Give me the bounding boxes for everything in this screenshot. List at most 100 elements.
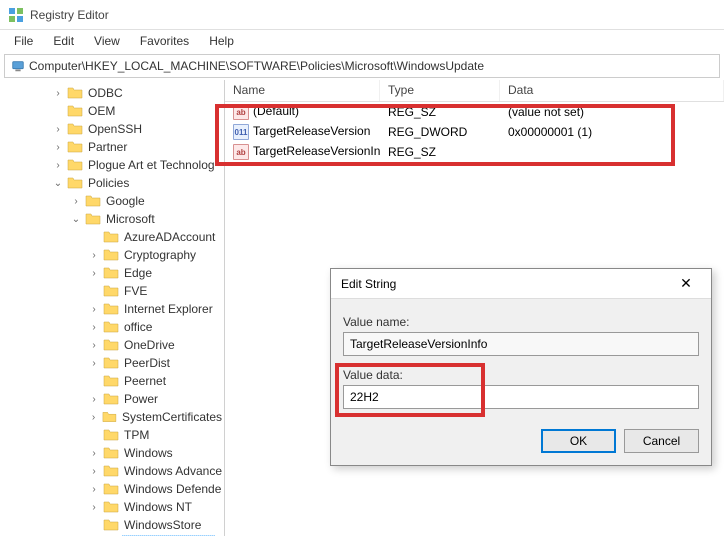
value-data-label: Value data:: [343, 368, 699, 382]
tree-item-edge[interactable]: › Edge: [0, 264, 224, 282]
expand-icon[interactable]: ›: [88, 466, 100, 477]
tree-item-plogue-art-et-technolog[interactable]: ›Plogue Art et Technolog: [0, 156, 224, 174]
value-name-input[interactable]: [343, 332, 699, 356]
value-name: TargetReleaseVersion: [253, 124, 370, 138]
expand-icon[interactable]: ›: [88, 268, 100, 279]
tree-item-onedrive[interactable]: › OneDrive: [0, 336, 224, 354]
expand-icon[interactable]: ›: [88, 322, 100, 333]
tree-item-partner[interactable]: ›Partner: [0, 138, 224, 156]
value-data: 0x00000001 (1): [500, 125, 724, 139]
tree-item-google[interactable]: › Google: [0, 192, 224, 210]
expand-icon[interactable]: ›: [70, 196, 82, 207]
menu-favorites[interactable]: Favorites: [130, 32, 199, 50]
col-name[interactable]: Name: [225, 80, 380, 101]
tree-label: FVE: [122, 284, 149, 298]
tree-label: Policies: [86, 176, 131, 190]
tree-label: Internet Explorer: [122, 302, 215, 316]
tree-item-windowsstore[interactable]: WindowsStore: [0, 516, 224, 534]
tree-pane[interactable]: › ODBC OEM › OpenSSH ›Partner›Plogue Art et T…: [0, 80, 225, 536]
tree-item-windows-nt[interactable]: › Windows NT: [0, 498, 224, 516]
expand-icon[interactable]: ›: [52, 124, 64, 135]
expand-icon[interactable]: ›: [88, 484, 100, 495]
cancel-button[interactable]: Cancel: [624, 429, 699, 453]
dialog-body: Value name: Value data:: [331, 299, 711, 419]
ok-button[interactable]: OK: [541, 429, 616, 453]
value-row[interactable]: ab TargetReleaseVersionInfoREG_SZ: [225, 142, 724, 162]
tree-item-tpm[interactable]: TPM: [0, 426, 224, 444]
menu-file[interactable]: File: [4, 32, 43, 50]
value-row[interactable]: 011TargetReleaseVersionREG_DWORD0x000000…: [225, 122, 724, 142]
tree-item-power[interactable]: › Power: [0, 390, 224, 408]
tree-item-openssh[interactable]: › OpenSSH: [0, 120, 224, 138]
tree-label: Cryptography: [122, 248, 198, 262]
tree-item-internet-explorer[interactable]: › Internet Explorer: [0, 300, 224, 318]
tree-label: Peernet: [122, 374, 168, 388]
tree-item-microsoft[interactable]: ⌄ Microsoft: [0, 210, 224, 228]
expand-icon[interactable]: ›: [88, 502, 100, 513]
string-icon: ab: [233, 144, 249, 160]
dialog-title-bar[interactable]: Edit String ✕: [331, 269, 711, 299]
value-row[interactable]: ab(Default)REG_SZ(value not set): [225, 102, 724, 122]
regedit-icon: [8, 7, 24, 23]
menu-edit[interactable]: Edit: [43, 32, 84, 50]
tree-label: office: [122, 320, 154, 334]
computer-icon: [11, 59, 25, 73]
value-data-input[interactable]: [343, 385, 699, 409]
registry-tree: › ODBC OEM › OpenSSH ›Partner›Plogue Art et T…: [0, 84, 224, 536]
value-type: REG_SZ: [380, 145, 500, 159]
value-data: (value not set): [500, 105, 724, 119]
tree-label: Microsoft: [104, 212, 157, 226]
address-bar[interactable]: Computer\HKEY_LOCAL_MACHINE\SOFTWARE\Pol…: [4, 54, 720, 78]
expand-icon[interactable]: ›: [52, 88, 64, 99]
value-name-label: Value name:: [343, 315, 699, 329]
tree-item-windows-advance[interactable]: › Windows Advance: [0, 462, 224, 480]
tree-label: OneDrive: [122, 338, 177, 352]
tree-label: Windows Defende: [122, 482, 223, 496]
col-data[interactable]: Data: [500, 80, 724, 101]
expand-icon[interactable]: ›: [88, 412, 99, 423]
expand-icon[interactable]: ›: [88, 358, 100, 369]
expand-icon[interactable]: ›: [88, 304, 100, 315]
tree-label: ODBC: [86, 86, 125, 100]
tree-item-windows[interactable]: ›Windows: [0, 444, 224, 462]
expand-icon[interactable]: ›: [88, 340, 100, 351]
tree-item-systemcertificates[interactable]: › SystemCertificates: [0, 408, 224, 426]
tree-item-windows-defende[interactable]: › Windows Defende: [0, 480, 224, 498]
edit-string-dialog: Edit String ✕ Value name: Value data: OK…: [330, 268, 712, 466]
tree-item-cryptography[interactable]: › Cryptography: [0, 246, 224, 264]
menu-view[interactable]: View: [84, 32, 130, 50]
tree-label: Edge: [122, 266, 154, 280]
expand-icon[interactable]: ›: [88, 250, 100, 261]
expand-icon[interactable]: ›: [88, 394, 100, 405]
tree-label: OpenSSH: [86, 122, 144, 136]
address-text: Computer\HKEY_LOCAL_MACHINE\SOFTWARE\Pol…: [29, 59, 484, 73]
tree-item-oem[interactable]: OEM: [0, 102, 224, 120]
menu-help[interactable]: Help: [199, 32, 244, 50]
close-icon[interactable]: ✕: [671, 275, 701, 292]
tree-label: Power: [122, 392, 160, 406]
tree-item-peernet[interactable]: Peernet: [0, 372, 224, 390]
tree-item-azureadaccount[interactable]: AzureADAccount: [0, 228, 224, 246]
expand-icon[interactable]: ⌄: [52, 178, 64, 189]
col-type[interactable]: Type: [380, 80, 500, 101]
value-name: TargetReleaseVersionInfo: [253, 144, 380, 158]
title-bar: Registry Editor: [0, 0, 724, 30]
expand-icon[interactable]: ⌄: [70, 214, 82, 225]
tree-label: PeerDist: [122, 356, 172, 370]
expand-icon[interactable]: ›: [52, 142, 64, 153]
tree-item-odbc[interactable]: › ODBC: [0, 84, 224, 102]
tree-item-office[interactable]: › office: [0, 318, 224, 336]
expand-icon[interactable]: ›: [88, 448, 100, 459]
value-type: REG_SZ: [380, 105, 500, 119]
dialog-buttons: OK Cancel: [331, 419, 711, 465]
tree-item-policies[interactable]: ⌄ Policies: [0, 174, 224, 192]
tree-label: Google: [104, 194, 147, 208]
tree-label: Windows Advance: [122, 464, 224, 478]
tree-label: SystemCertificates: [120, 410, 224, 424]
tree-item-peerdist[interactable]: › PeerDist: [0, 354, 224, 372]
tree-label: Windows NT: [122, 500, 194, 514]
expand-icon[interactable]: ›: [52, 160, 64, 171]
list-body: ab(Default)REG_SZ(value not set)011Targe…: [225, 102, 724, 162]
tree-item-fve[interactable]: FVE: [0, 282, 224, 300]
tree-label: AzureADAccount: [122, 230, 217, 244]
